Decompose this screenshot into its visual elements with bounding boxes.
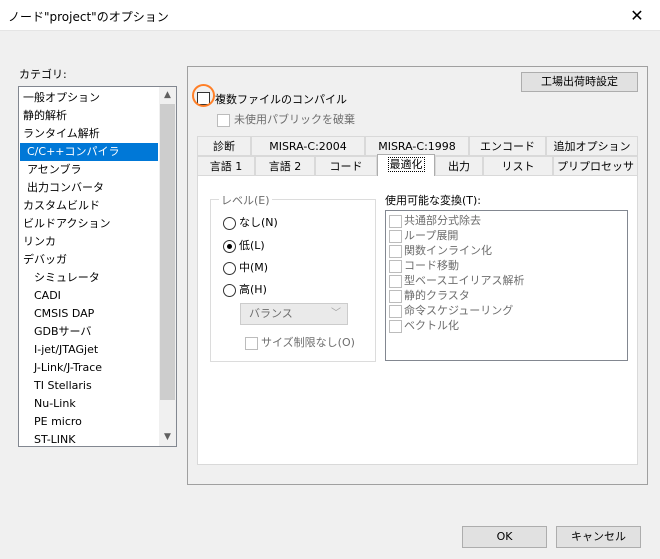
category-item[interactable]: アセンブラ [27,161,81,179]
multi-file-label: 複数ファイルのコンパイル [215,93,347,106]
category-item[interactable]: シミュレータ [34,269,100,287]
tab-optimization-label: 最適化 [387,157,425,172]
transforms-label: 使用可能な変換(T): [385,194,482,207]
transform-item: 命令スケジューリング [389,303,513,318]
radio-high[interactable]: 高(H) [223,281,267,297]
category-list[interactable]: 一般オプション 静的解析 ランタイム解析 C/C++コンパイラ アセンブラ 出力コンバータ… [18,86,177,447]
category-item[interactable]: デバッガ [23,251,67,269]
chevron-down-icon: ﹀ [331,308,341,319]
transform-label: ループ展開 [404,229,459,242]
transform-item: コード移動 [389,258,459,273]
tab-diagnostics[interactable]: 診断 [197,136,251,156]
scroll-down-icon[interactable]: ▼ [159,429,176,446]
radio-medium-button[interactable] [223,261,236,275]
tab-misra-2004[interactable]: MISRA-C:2004 [251,136,365,156]
tab-encoding[interactable]: エンコード [469,136,546,156]
transform-checkbox [389,289,402,303]
cancel-button[interactable]: キャンセル [556,526,641,548]
transform-label: 静的クラスタ [404,289,470,302]
category-item[interactable]: C/C++コンパイラ [20,143,158,161]
tab-list[interactable]: リスト [483,156,553,176]
tab-language-2[interactable]: 言語 2 [255,156,315,176]
category-item[interactable]: 一般オプション [23,89,100,107]
close-icon[interactable]: ✕ [614,0,660,31]
radio-medium-label: 中(M) [239,261,269,274]
title-bar: ノード"project"のオプション ✕ [0,0,660,31]
category-item[interactable]: 静的解析 [23,107,67,125]
transform-checkbox [389,259,402,273]
transform-label: 命令スケジューリング [404,304,514,317]
category-item[interactable]: GDBサーバ [34,323,91,341]
category-scrollbar[interactable]: ▲ ▼ [159,87,176,446]
ok-button[interactable]: OK [462,526,547,548]
unused-public-label: 未使用パブリックを破棄 [234,113,355,126]
transform-checkbox [389,244,402,258]
transform-item: ベクトル化 [389,318,459,333]
category-item[interactable]: Nu-Link [34,395,76,413]
tab-output[interactable]: 出力 [435,156,483,176]
transform-checkbox [389,304,402,318]
transform-checkbox [389,214,402,228]
transform-label: コード移動 [404,259,459,272]
tab-preprocessor[interactable]: プリプロセッサ [553,156,638,176]
category-item[interactable]: リンカ [23,233,56,251]
transform-label: ベクトル化 [404,319,459,332]
category-item[interactable]: カスタムビルド [23,197,100,215]
transform-label: 共通部分式除去 [404,214,481,227]
category-label: カテゴリ: [19,68,67,81]
category-item[interactable]: ビルドアクション [23,215,110,233]
radio-low-button[interactable] [223,239,236,253]
category-item[interactable]: PE micro [34,413,82,431]
transforms-list: 共通部分式除去 ループ展開関数インライン化 コード移動型ベースエイリアス解析 静的クラ… [385,210,628,361]
high-mode-select: バランス ﹀ [240,303,348,325]
tab-optimization[interactable]: 最適化 [377,154,435,176]
radio-none-button[interactable] [223,216,236,230]
discard-unused-publics: 未使用パブリックを破棄 [217,111,355,127]
category-item[interactable]: J-Link/J-Trace [34,359,102,377]
high-mode-value: バランス [249,307,293,320]
transform-item: ループ展開 [389,228,458,243]
size-unlimited-option: サイズ制限なし(O) [245,334,355,350]
category-item[interactable]: 出力コンバータ [27,179,104,197]
transform-item: 静的クラスタ [389,288,470,303]
radio-low[interactable]: 低(L) [223,237,265,253]
tab-language-1[interactable]: 言語 1 [197,156,255,176]
category-item[interactable]: CMSIS DAP [34,305,94,323]
radio-high-button[interactable] [223,283,236,297]
radio-medium[interactable]: 中(M) [223,259,268,275]
factory-settings-button[interactable]: 工場出荷時設定 [521,72,638,92]
size-unlimited-label: サイズ制限なし(O) [261,336,355,349]
size-unlimited-checkbox [245,336,258,350]
category-item[interactable]: CADI [34,287,61,305]
radio-none[interactable]: なし(N) [223,214,278,230]
category-item[interactable]: I-jet/JTAGjet [34,341,98,359]
unused-public-checkbox [217,113,230,127]
category-item[interactable]: ランタイム解析 [23,125,100,143]
radio-high-label: 高(H) [239,283,267,296]
tab-extra-options[interactable]: 追加オプション [546,136,638,156]
transform-checkbox [389,319,402,333]
radio-low-label: 低(L) [239,239,265,252]
tab-code[interactable]: コード [315,156,377,176]
transform-checkbox [389,274,402,288]
level-group-label: レベル(E) [219,192,272,208]
scroll-thumb[interactable] [160,104,175,400]
optimization-tab-page: レベル(E) なし(N) 低(L) 中(M) 高(H) バランス ﹀ サイズ制限な… [197,175,638,465]
tab-misra-1998[interactable]: MISRA-C:1998 [365,136,469,156]
highlight-ring [192,84,215,107]
window-title: ノード"project"のオプション [8,10,169,24]
radio-none-label: なし(N) [239,216,278,229]
category-item[interactable]: ST-LINK [34,431,75,446]
level-group: レベル(E) なし(N) 低(L) 中(M) 高(H) バランス ﹀ サイズ制限な… [210,192,376,362]
transform-checkbox [389,229,402,243]
scroll-up-icon[interactable]: ▲ [159,87,176,104]
multi-file-compile[interactable]: 複数ファイルのコンパイル [192,84,347,107]
transform-label: 関数インライン化 [404,244,492,257]
category-item[interactable]: TI Stellaris [34,377,92,395]
transform-item: 共通部分式除去 [389,213,481,228]
transform-item: 型ベースエイリアス解析 [389,273,524,288]
transform-label: 型ベースエイリアス解析 [404,274,525,287]
transform-item: 関数インライン化 [389,243,492,258]
